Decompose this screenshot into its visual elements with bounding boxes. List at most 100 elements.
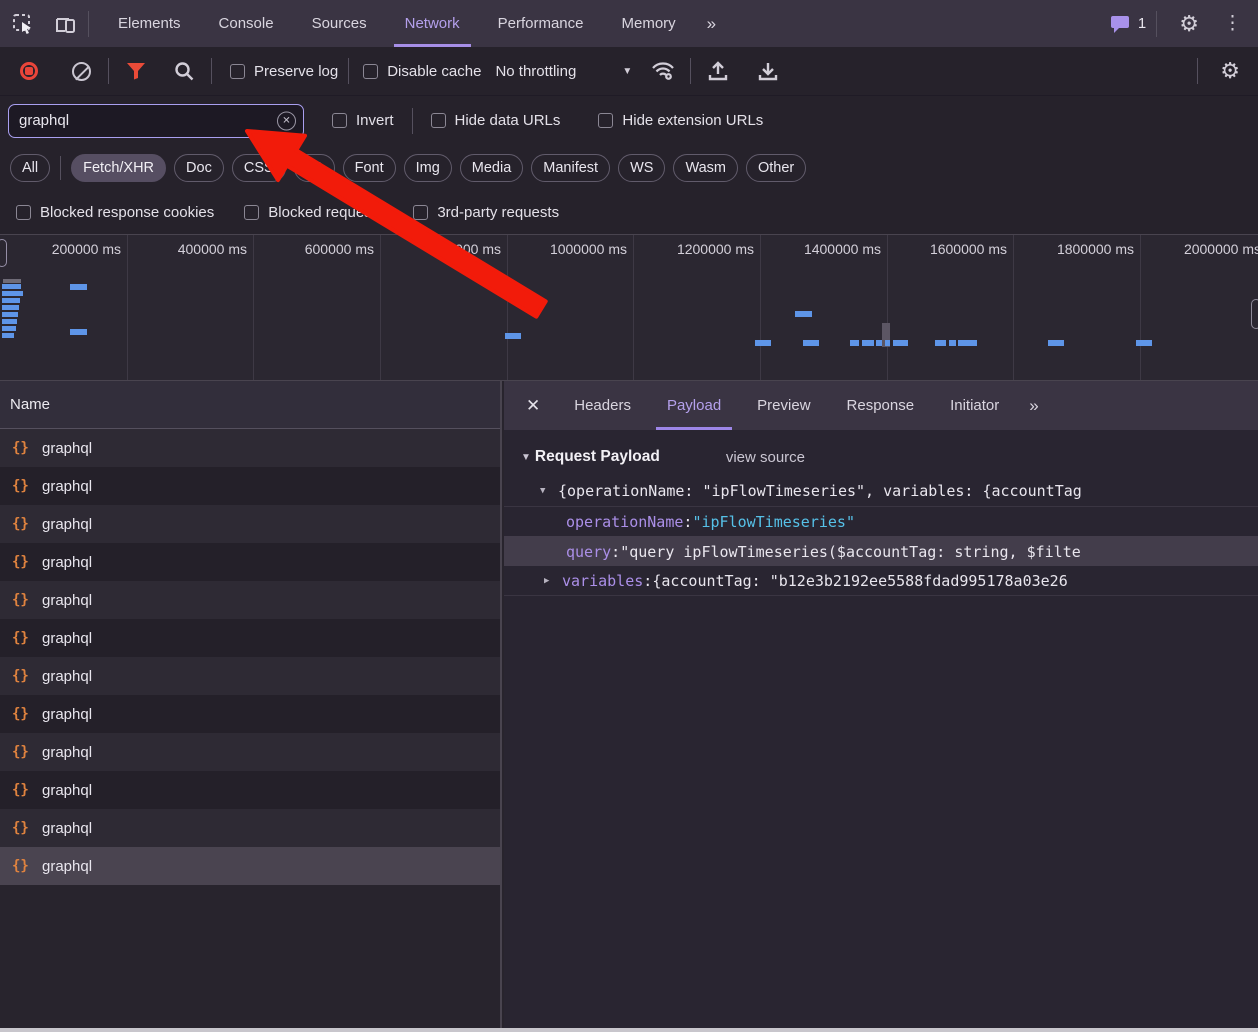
- chip-js[interactable]: JS: [294, 154, 335, 182]
- blocked-response-cookies-checkbox[interactable]: Blocked response cookies: [16, 204, 214, 221]
- waterfall-overview[interactable]: 200000 ms400000 ms600000 ms800000 ms1000…: [0, 235, 1258, 381]
- waterfall-bar: [885, 340, 890, 346]
- waterfall-bar: [70, 284, 87, 290]
- request-row[interactable]: {}graphql: [0, 771, 500, 809]
- request-row[interactable]: {}graphql: [0, 733, 500, 771]
- record-network-log-icon[interactable]: [12, 54, 46, 88]
- triangle-down-icon[interactable]: ▼: [540, 486, 554, 496]
- checkbox[interactable]: [431, 113, 446, 128]
- blocked-requests-checkbox[interactable]: Blocked requests: [244, 204, 383, 221]
- waterfall-bar: [795, 311, 812, 317]
- json-braces-icon: {}: [12, 668, 42, 684]
- tab-initiator[interactable]: Initiator: [932, 381, 1017, 430]
- chip-doc[interactable]: Doc: [174, 154, 224, 182]
- throttling-select[interactable]: No throttling ▼: [495, 63, 632, 80]
- request-row[interactable]: {}graphql: [0, 467, 500, 505]
- chip-media[interactable]: Media: [460, 154, 524, 182]
- devtools-tab-bar: Elements Console Sources Network Perform…: [0, 0, 1258, 47]
- hide-data-urls-checkbox[interactable]: Hide data URLs: [431, 112, 561, 129]
- disable-cache-checkbox[interactable]: Disable cache: [363, 63, 481, 80]
- request-row[interactable]: {}graphql: [0, 543, 500, 581]
- chip-manifest[interactable]: Manifest: [531, 154, 610, 182]
- clear-filter-icon[interactable]: ✕: [277, 111, 296, 130]
- checkbox[interactable]: [598, 113, 613, 128]
- divider: [211, 58, 212, 84]
- tab-sources[interactable]: Sources: [293, 0, 386, 47]
- import-har-icon[interactable]: [701, 54, 735, 88]
- payload-property-row-selected[interactable]: query: "query ipFlowTimeseries($accountT…: [504, 536, 1258, 566]
- preserve-log-checkbox[interactable]: Preserve log: [230, 63, 338, 80]
- chip-wasm[interactable]: Wasm: [673, 154, 738, 182]
- payload-property-row-expandable[interactable]: ▶ variables: {accountTag: "b12e3b2192ee5…: [504, 566, 1258, 596]
- payload-object-row[interactable]: ▼ {operationName: "ipFlowTimeseries", va…: [504, 476, 1258, 506]
- request-row[interactable]: {}graphql: [0, 429, 500, 467]
- checkbox[interactable]: [332, 113, 347, 128]
- json-braces-icon: {}: [12, 706, 42, 722]
- tab-preview[interactable]: Preview: [739, 381, 828, 430]
- name-column-header[interactable]: Name: [0, 381, 500, 429]
- close-icon[interactable]: ✕: [504, 396, 556, 416]
- tab-payload[interactable]: Payload: [649, 381, 739, 430]
- request-name: graphql: [42, 820, 92, 837]
- triangle-right-icon[interactable]: ▶: [544, 576, 558, 586]
- chip-all[interactable]: All: [10, 154, 50, 182]
- search-icon[interactable]: [167, 54, 201, 88]
- tab-performance[interactable]: Performance: [479, 0, 603, 47]
- more-panels-icon[interactable]: »: [695, 14, 726, 34]
- inspect-element-icon[interactable]: [10, 13, 36, 35]
- chip-fetch-xhr[interactable]: Fetch/XHR: [71, 154, 166, 182]
- tab-network[interactable]: Network: [386, 0, 479, 47]
- request-row[interactable]: {}graphql: [0, 695, 500, 733]
- chip-css[interactable]: CSS: [232, 154, 286, 182]
- request-row[interactable]: {}graphql: [0, 619, 500, 657]
- tab-headers[interactable]: Headers: [556, 381, 649, 430]
- network-conditions-icon[interactable]: [646, 54, 680, 88]
- settings-gear-icon[interactable]: ⚙: [1167, 13, 1211, 35]
- clear-network-log-icon[interactable]: [64, 54, 98, 88]
- chip-other[interactable]: Other: [746, 154, 806, 182]
- issues-icon[interactable]: [1109, 14, 1131, 34]
- device-toolbar-icon[interactable]: [52, 13, 78, 35]
- request-payload-title: Request Payload: [535, 448, 660, 466]
- filter-text-field[interactable]: ✕: [8, 104, 304, 138]
- issues-count-badge: 1: [1138, 15, 1146, 32]
- checkbox[interactable]: [244, 205, 259, 220]
- waterfall-bar: [2, 319, 17, 324]
- request-payload-section-header[interactable]: ▼ Request Payload view source: [504, 430, 1258, 476]
- network-settings-gear-icon[interactable]: ⚙: [1208, 60, 1258, 82]
- waterfall-bar: [935, 340, 946, 346]
- request-name: graphql: [42, 554, 92, 571]
- invert-checkbox[interactable]: Invert: [332, 112, 394, 129]
- overview-left-handle[interactable]: [0, 239, 7, 267]
- chip-ws[interactable]: WS: [618, 154, 665, 182]
- third-party-requests-checkbox[interactable]: 3rd-party requests: [413, 204, 559, 221]
- payload-property-row[interactable]: operationName: "ipFlowTimeseries": [504, 506, 1258, 536]
- payload-object-preview: {operationName: "ipFlowTimeseries", vari…: [558, 482, 1082, 500]
- view-source-link[interactable]: view source: [726, 449, 805, 466]
- waterfall-bar: [2, 326, 16, 331]
- tab-memory[interactable]: Memory: [603, 0, 695, 47]
- kebab-menu-icon[interactable]: ⋮: [1211, 14, 1258, 33]
- tab-console[interactable]: Console: [200, 0, 293, 47]
- filter-input[interactable]: [9, 112, 303, 129]
- request-row[interactable]: {}graphql: [0, 581, 500, 619]
- request-row[interactable]: {}graphql: [0, 847, 500, 885]
- hide-extension-urls-checkbox[interactable]: Hide extension URLs: [598, 112, 763, 129]
- timeline-tick-label: 600000 ms: [252, 241, 374, 257]
- request-row[interactable]: {}graphql: [0, 657, 500, 695]
- overview-right-handle[interactable]: [1251, 299, 1258, 329]
- checkbox[interactable]: [16, 205, 31, 220]
- tab-elements[interactable]: Elements: [99, 0, 200, 47]
- checkbox[interactable]: [413, 205, 428, 220]
- filter-funnel-icon[interactable]: [119, 54, 153, 88]
- request-row[interactable]: {}graphql: [0, 809, 500, 847]
- tab-response[interactable]: Response: [829, 381, 933, 430]
- request-row[interactable]: {}graphql: [0, 505, 500, 543]
- more-tabs-icon[interactable]: »: [1017, 396, 1048, 416]
- checkbox[interactable]: [363, 64, 378, 79]
- chip-img[interactable]: Img: [404, 154, 452, 182]
- json-braces-icon: {}: [12, 478, 42, 494]
- chip-font[interactable]: Font: [343, 154, 396, 182]
- export-har-icon[interactable]: [751, 54, 785, 88]
- checkbox[interactable]: [230, 64, 245, 79]
